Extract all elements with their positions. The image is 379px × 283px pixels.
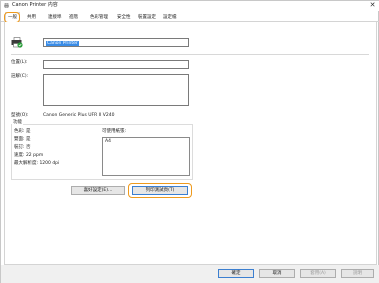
tab-device-settings[interactable]: 裝置設定	[138, 14, 156, 22]
preferences-button[interactable]: 喜好設定(E)...	[71, 186, 125, 195]
dialog-button-bar: 確定 取消 套用(A) 說明	[1, 265, 379, 283]
model-value: Canon Generic Plus UFR II V240	[43, 113, 115, 118]
tab-profile[interactable]: 設定檔	[163, 14, 177, 22]
comment-field[interactable]	[43, 74, 189, 106]
title-bar: Canon Printer 内容 ✕	[1, 1, 379, 11]
feature-duplex: 雙面: 是	[14, 137, 31, 142]
printer-name-field[interactable]: Canon Printer	[43, 38, 189, 47]
feature-staple: 裝訂: 否	[14, 145, 31, 150]
tab-bar: 一般 共用 連接埠 進階 色彩管理 安全性 裝置設定 設定檔	[1, 12, 379, 23]
ok-button[interactable]: 確定	[218, 269, 254, 278]
apply-button[interactable]: 套用(A)	[300, 269, 336, 278]
print-test-highlight	[128, 183, 192, 198]
paper-item[interactable]: A4	[105, 139, 111, 145]
check-icon	[17, 42, 23, 48]
printer-icon	[4, 3, 9, 8]
tab-sharing[interactable]: 共用	[27, 14, 36, 22]
printer-icon	[11, 37, 23, 48]
location-label: 位置(L):	[11, 60, 28, 65]
window-title: Canon Printer 内容	[12, 2, 58, 8]
model-label: 型號(O):	[11, 113, 29, 118]
features-title: 功能	[12, 120, 23, 126]
feature-color: 色彩: 是	[14, 129, 31, 134]
comment-label: 註解(C):	[11, 74, 29, 79]
printer-name-value: Canon Printer	[46, 40, 79, 46]
close-icon[interactable]: ✕	[368, 1, 377, 10]
feature-max-resolution: 最大解析度: 1200 dpi	[14, 161, 60, 166]
tab-color-management[interactable]: 色彩管理	[90, 14, 108, 22]
tab-advanced[interactable]: 進階	[69, 14, 78, 22]
feature-speed: 速度: 22 ppm	[14, 153, 44, 158]
help-button[interactable]: 說明	[341, 269, 374, 278]
paper-list[interactable]: A4	[102, 137, 190, 176]
cancel-button[interactable]: 取消	[259, 269, 295, 278]
printer-properties-window: Canon Printer 内容 ✕ 一般 共用 連接埠 進階 色彩管理 安全性…	[0, 0, 379, 283]
tab-ports[interactable]: 連接埠	[48, 14, 62, 22]
paper-available-label: 可使用紙張:	[102, 129, 127, 134]
location-field[interactable]	[43, 60, 189, 69]
tab-security[interactable]: 安全性	[117, 14, 131, 22]
divider	[11, 54, 369, 55]
